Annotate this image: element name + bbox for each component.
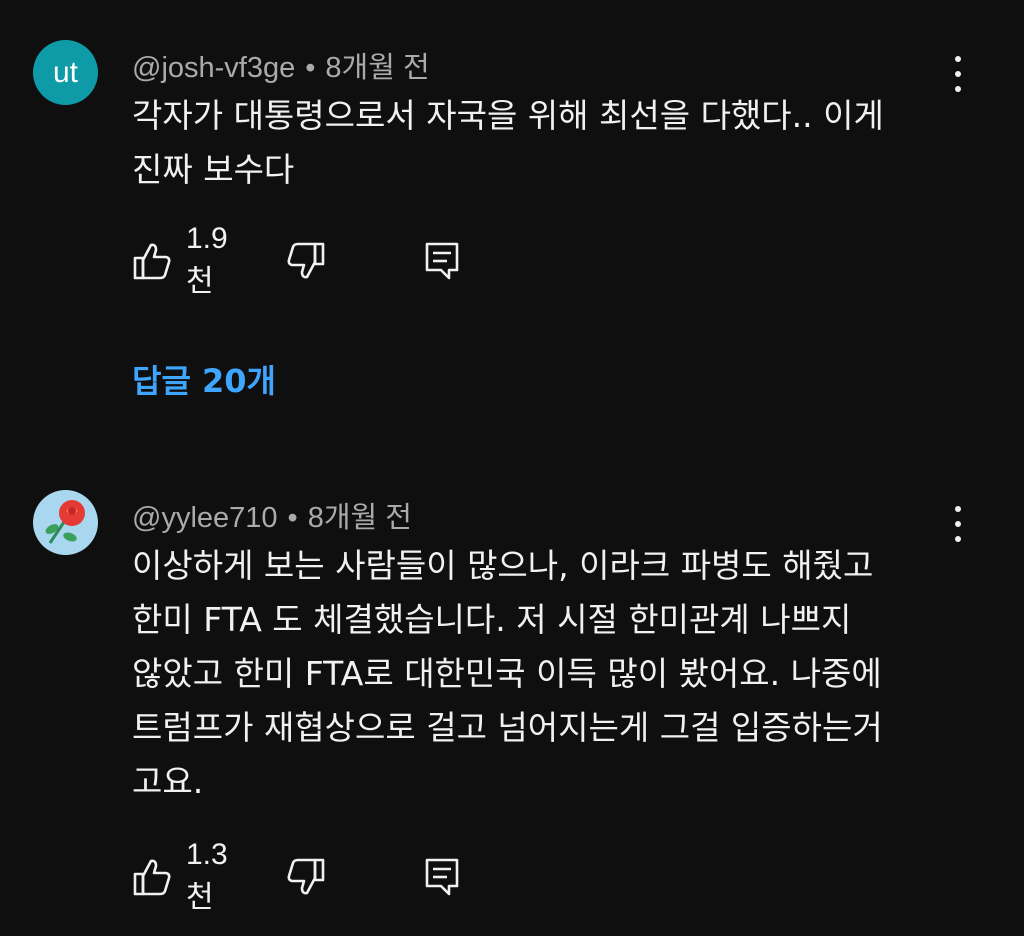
comment-text: 각자가 대통령으로서 자국을 위해 최선을 다했다.. 이게 진짜 보수다 [132,89,947,197]
author-handle[interactable]: @yylee710 [132,502,278,534]
avatar[interactable] [33,490,98,555]
comment-text-line: 진짜 보수다 [132,150,295,189]
comment-meta: @yylee710 • 8개월 전 [132,494,412,536]
comment-text-line: 않았고 한미 FTA로 대한민국 이득 많이 봤어요. 나중에 [132,654,882,693]
dislike-button[interactable] [286,239,326,283]
reply-icon [423,240,461,282]
comment-time[interactable]: 8개월 전 [325,52,429,84]
comment-meta: @josh-vf3ge • 8개월 전 [132,44,430,86]
avatar-initials: ut [52,55,79,89]
dislike-button[interactable] [286,855,326,899]
comment-text-line: 고요. [132,762,204,801]
thumbs-up-icon [132,856,172,898]
like-count: 1.9천 [186,222,228,298]
thumbs-up-icon [132,240,172,282]
thumbs-down-icon [286,856,326,898]
comment-text-line: 이상하게 보는 사람들이 많으나, 이라크 파병도 해줬고 [132,546,874,585]
comment-text: 이상하게 보는 사람들이 많으나, 이라크 파병도 해줬고 한미 FTA 도 체… [132,539,947,809]
reply-button[interactable] [423,239,461,283]
meta-separator: • [305,52,316,84]
rose-icon [36,491,96,555]
thumbs-down-icon [286,240,326,282]
more-vert-icon[interactable] [942,504,974,544]
comment-text-line: 각자가 대통령으로서 자국을 위해 최선을 다했다.. 이게 [132,96,884,135]
view-replies-link[interactable]: 답글 20개 [132,356,276,402]
comment-time[interactable]: 8개월 전 [308,502,412,534]
reply-icon [423,856,461,898]
like-button[interactable]: 1.9천 [132,222,228,298]
comment-text-line: 트럼프가 재협상으로 걸고 넘어지는게 그걸 입증하는거 [132,708,883,747]
like-button[interactable]: 1.3천 [132,838,228,914]
comment-text-line: 한미 FTA 도 체결했습니다. 저 시절 한미관계 나쁘지 [132,600,852,639]
author-handle[interactable]: @josh-vf3ge [132,52,295,84]
avatar[interactable]: ut [33,40,98,105]
more-vert-icon[interactable] [942,54,974,94]
like-count: 1.3천 [186,838,228,914]
reply-button[interactable] [423,855,461,899]
meta-separator: • [287,502,298,534]
